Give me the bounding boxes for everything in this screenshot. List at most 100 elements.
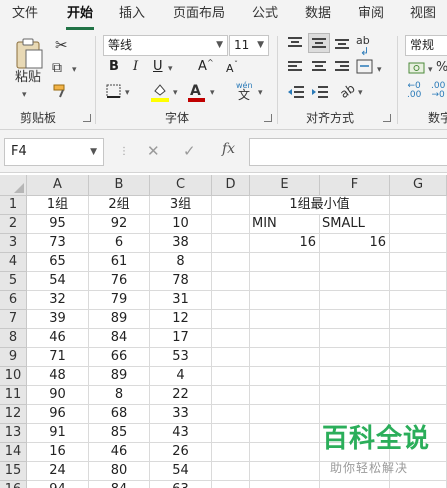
cell-b13[interactable]: 85 [89,424,150,443]
cell-b3[interactable]: 6 [89,234,150,253]
cell-d9[interactable] [212,348,250,367]
cell-e13[interactable] [250,424,320,443]
cell-b1[interactable]: 2组 [89,196,150,215]
align-center-icon[interactable] [311,60,327,74]
cell-a7[interactable]: 39 [27,310,89,329]
cell-b2[interactable]: 92 [89,215,150,234]
row-header[interactable]: 8 [0,329,27,348]
percent-icon[interactable]: % [436,60,447,76]
cell-a2[interactable]: 95 [27,215,89,234]
cell-d7[interactable] [212,310,250,329]
align-middle-button[interactable] [308,33,330,53]
cell-f2[interactable]: SMALL [320,215,390,234]
enter-icon[interactable]: ✓ [183,142,196,160]
cell-e3[interactable]: 16 [250,234,320,253]
increase-indent-icon[interactable] [311,85,329,99]
row-header[interactable]: 9 [0,348,27,367]
row-header[interactable]: 7 [0,310,27,329]
cell-c2[interactable]: 10 [150,215,212,234]
cell-b5[interactable]: 76 [89,272,150,291]
tab-formulas[interactable]: 公式 [252,5,278,23]
cell-e12[interactable] [250,405,320,424]
formula-input[interactable] [249,138,447,166]
cell-d12[interactable] [212,405,250,424]
cell-a11[interactable]: 90 [27,386,89,405]
cell-f5[interactable] [320,272,390,291]
cell-c16[interactable]: 63 [150,481,212,488]
insert-function-button[interactable]: fx [222,141,235,157]
underline-button[interactable]: U [153,59,163,75]
column-header-b[interactable]: B [89,175,150,196]
cell-b11[interactable]: 8 [89,386,150,405]
cell-a4[interactable]: 65 [27,253,89,272]
decrease-indent-icon[interactable] [287,85,305,99]
underline-chevron-icon[interactable]: ▾ [168,61,173,77]
copy-chevron-icon[interactable]: ▾ [72,62,77,78]
cell-e16[interactable] [250,481,320,488]
cell-e15[interactable] [250,462,320,481]
cell-a5[interactable]: 54 [27,272,89,291]
column-header-d[interactable]: D [212,175,250,196]
cell-e11[interactable] [250,386,320,405]
name-box[interactable]: F4 ▼ [4,138,104,166]
merge-chevron-icon[interactable]: ▾ [377,62,382,78]
bold-button[interactable]: B [109,59,119,75]
tab-home[interactable]: 开始 [67,5,93,23]
cell-d14[interactable] [212,443,250,462]
cell-f4[interactable] [320,253,390,272]
cell-a14[interactable]: 16 [27,443,89,462]
cell-e9[interactable] [250,348,320,367]
cell-d6[interactable] [212,291,250,310]
row-header[interactable]: 3 [0,234,27,253]
row-header[interactable]: 1 [0,196,27,215]
cell-g4[interactable] [390,253,447,272]
tab-file[interactable]: 文件 [12,5,38,23]
cell-c11[interactable]: 22 [150,386,212,405]
row-header[interactable]: 16 [0,481,27,488]
cell-d10[interactable] [212,367,250,386]
cell-f8[interactable] [320,329,390,348]
align-right-icon[interactable] [334,60,350,74]
italic-button[interactable]: I [133,59,138,75]
align-bottom-icon[interactable] [334,36,350,50]
cell-f12[interactable] [320,405,390,424]
cell-a3[interactable]: 73 [27,234,89,253]
row-header[interactable]: 13 [0,424,27,443]
cell-g2[interactable] [390,215,447,234]
cell-d5[interactable] [212,272,250,291]
paste-button[interactable] [12,36,48,72]
cell-b16[interactable]: 84 [89,481,150,488]
cell-g5[interactable] [390,272,447,291]
cell-a8[interactable]: 46 [27,329,89,348]
cut-icon[interactable]: ✂ [55,37,68,53]
column-header-c[interactable]: C [150,175,212,196]
cell-a10[interactable]: 48 [27,367,89,386]
cell-g10[interactable] [390,367,447,386]
cell-g16[interactable] [390,481,447,488]
row-header[interactable]: 11 [0,386,27,405]
decrease-decimal-icon[interactable]: .00 →0 [431,82,445,100]
borders-chevron-icon[interactable]: ▾ [125,85,130,101]
cell-c1[interactable]: 3组 [150,196,212,215]
row-header[interactable]: 12 [0,405,27,424]
cell-c3[interactable]: 38 [150,234,212,253]
cell-b12[interactable]: 68 [89,405,150,424]
cell-b4[interactable]: 61 [89,253,150,272]
borders-icon[interactable] [106,84,122,98]
tab-view[interactable]: 视图 [410,5,436,23]
cell-d4[interactable] [212,253,250,272]
cell-a16[interactable]: 94 [27,481,89,488]
tab-page-layout[interactable]: 页面布局 [173,5,225,23]
cell-g1[interactable] [390,196,447,215]
cell-c15[interactable]: 54 [150,462,212,481]
cell-g8[interactable] [390,329,447,348]
alignment-launcher-icon[interactable] [383,114,391,122]
cancel-icon[interactable]: ✕ [147,142,160,160]
cell-f16[interactable] [320,481,390,488]
cell-d8[interactable] [212,329,250,348]
cell-b10[interactable]: 89 [89,367,150,386]
format-painter-icon[interactable] [52,83,70,99]
cell-e5[interactable] [250,272,320,291]
copy-icon[interactable]: ⧉ [52,60,62,76]
cell-b15[interactable]: 80 [89,462,150,481]
